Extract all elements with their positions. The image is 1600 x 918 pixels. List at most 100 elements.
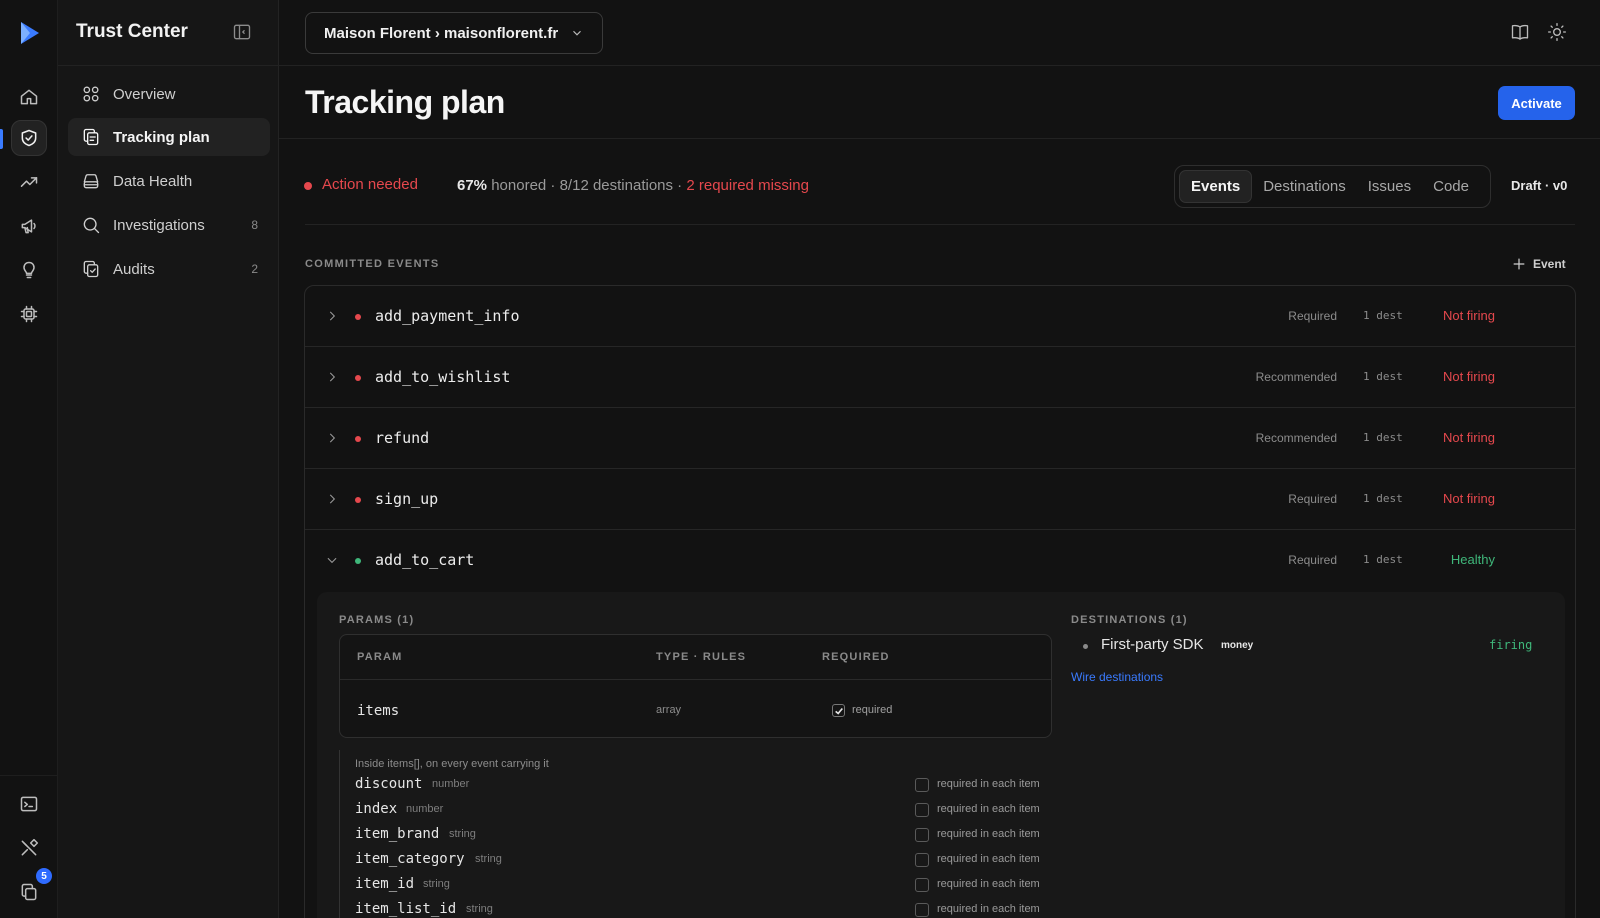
committed-events-label: COMMITTED EVENTS bbox=[305, 258, 440, 270]
destinations-count: 8/12 destinations bbox=[559, 177, 674, 194]
sidebar-header: Trust Center bbox=[58, 0, 279, 66]
item-field-type: string bbox=[423, 878, 450, 890]
grid-icon bbox=[83, 86, 99, 102]
event-detail-panel: PARAMS (1) PARAM TYPE · RULES REQUIRED i… bbox=[317, 592, 1565, 918]
event-dest-count: 1 dest bbox=[1363, 370, 1403, 383]
audit-icon bbox=[83, 260, 99, 278]
param-column-header: PARAM bbox=[357, 651, 403, 663]
event-status-dot bbox=[355, 314, 361, 320]
items-caption: Inside items[], on every event carrying … bbox=[355, 758, 549, 770]
app-logo[interactable] bbox=[18, 20, 42, 46]
search-icon bbox=[83, 217, 100, 234]
megaphone-icon[interactable] bbox=[11, 208, 47, 244]
chevron-right-icon[interactable] bbox=[325, 309, 339, 323]
event-name: add_to_wishlist bbox=[375, 368, 511, 386]
sidebar-item-label: Overview bbox=[113, 85, 176, 103]
event-row[interactable]: add_payment_info Required 1 dest Not fir… bbox=[305, 286, 1575, 347]
event-name: sign_up bbox=[375, 490, 439, 508]
sidebar-item-overview[interactable]: Overview bbox=[68, 75, 270, 113]
sidebar-item-label: Audits bbox=[113, 260, 155, 278]
sidebar-item-audits[interactable]: Audits 2 bbox=[68, 250, 270, 288]
events-list: add_payment_info Required 1 dest Not fir… bbox=[304, 285, 1576, 918]
event-row[interactable]: add_to_wishlist Recommended 1 dest Not f… bbox=[305, 347, 1575, 408]
workspace-select[interactable]: Maison Florent › maisonflorent.fr bbox=[305, 12, 603, 54]
items-subfields: Inside items[], on every event carrying … bbox=[339, 750, 1052, 918]
event-dest-count: 1 dest bbox=[1363, 431, 1403, 444]
event-status-dot bbox=[355, 436, 361, 442]
tools-icon[interactable] bbox=[11, 830, 47, 866]
terminal-icon[interactable] bbox=[11, 786, 47, 822]
item-required-label: required in each item bbox=[937, 878, 1040, 890]
event-state: Not firing bbox=[1442, 430, 1495, 445]
table-divider bbox=[340, 679, 1051, 680]
plus-icon bbox=[1513, 258, 1525, 270]
item-field-name: item_id bbox=[355, 876, 415, 892]
sidebar-item-data-health[interactable]: Data Health bbox=[68, 162, 270, 200]
event-state: Not firing bbox=[1442, 491, 1495, 506]
item-field-type: number bbox=[406, 803, 444, 815]
status-dot bbox=[304, 182, 312, 190]
item-required-label: required in each item bbox=[937, 803, 1040, 815]
item-field-row: discount number required in each item bbox=[355, 774, 1055, 798]
chip-icon[interactable] bbox=[11, 296, 47, 332]
item-required-checkbox[interactable] bbox=[915, 803, 929, 817]
event-priority: Recommended bbox=[1255, 431, 1337, 445]
chevron-right-icon[interactable] bbox=[325, 431, 339, 445]
activate-button[interactable]: Activate bbox=[1498, 86, 1575, 120]
item-required-checkbox[interactable] bbox=[915, 778, 929, 792]
item-field-row: item_id string required in each item bbox=[355, 874, 1055, 898]
params-label: PARAMS (1) bbox=[339, 614, 415, 626]
item-required-checkbox[interactable] bbox=[915, 903, 929, 917]
tab-events[interactable]: Events bbox=[1179, 170, 1253, 203]
status-label: Action needed bbox=[322, 176, 418, 193]
topbar: Maison Florent › maisonflorent.fr bbox=[279, 0, 1600, 66]
item-field-name: index bbox=[355, 801, 398, 817]
stats-separator: · bbox=[673, 177, 687, 194]
event-priority: Recommended bbox=[1255, 370, 1337, 384]
check-icon bbox=[834, 707, 843, 715]
event-row[interactable]: add_to_cart Required 1 dest Healthy bbox=[305, 530, 1575, 591]
home-icon[interactable] bbox=[11, 79, 47, 115]
required-label: required bbox=[852, 704, 893, 716]
tab-destinations[interactable]: Destinations bbox=[1252, 170, 1357, 203]
sidebar-item-investigations[interactable]: Investigations 8 bbox=[68, 206, 270, 244]
params-table: PARAM TYPE · RULES REQUIRED items array … bbox=[339, 634, 1052, 738]
destination-state: firing bbox=[1489, 638, 1533, 652]
sidebar-item-tracking-plan[interactable]: Tracking plan bbox=[68, 118, 270, 156]
missing-count: 2 required missing bbox=[686, 177, 809, 194]
chevron-right-icon[interactable] bbox=[325, 370, 339, 384]
chevron-right-icon[interactable] bbox=[325, 492, 339, 506]
tab-code[interactable]: Code bbox=[1422, 170, 1480, 203]
event-name: add_payment_info bbox=[375, 307, 520, 325]
trending-icon[interactable] bbox=[11, 164, 47, 200]
item-required-checkbox[interactable] bbox=[915, 853, 929, 867]
destinations-label: DESTINATIONS (1) bbox=[1071, 614, 1188, 626]
item-required-checkbox[interactable] bbox=[915, 828, 929, 842]
book-icon[interactable] bbox=[1510, 22, 1532, 44]
sidebar-collapse-icon[interactable] bbox=[232, 22, 254, 44]
chevron-down-icon[interactable] bbox=[325, 553, 339, 567]
event-row[interactable]: refund Recommended 1 dest Not firing bbox=[305, 408, 1575, 469]
honored-suffix: honored bbox=[487, 177, 547, 194]
wire-destinations-link[interactable]: Wire destinations bbox=[1071, 670, 1163, 684]
page-title: Tracking plan bbox=[305, 84, 505, 120]
lightbulb-icon[interactable] bbox=[11, 252, 47, 288]
status-divider bbox=[305, 224, 1575, 225]
sun-icon[interactable] bbox=[1547, 22, 1569, 44]
event-status-dot bbox=[355, 558, 361, 564]
required-checkbox[interactable] bbox=[832, 704, 845, 717]
audits-count: 2 bbox=[251, 262, 258, 276]
rail-active-indicator bbox=[0, 129, 3, 149]
app-rail: 5 bbox=[0, 0, 58, 918]
tab-issues[interactable]: Issues bbox=[1357, 170, 1422, 203]
event-priority: Required bbox=[1288, 492, 1337, 506]
event-state: Healthy bbox=[1450, 552, 1495, 567]
stats-separator: · bbox=[546, 177, 560, 194]
item-field-row: index number required in each item bbox=[355, 799, 1055, 823]
view-tabs: Events Destinations Issues Code bbox=[1174, 165, 1491, 208]
event-dest-count: 1 dest bbox=[1363, 492, 1403, 505]
item-required-checkbox[interactable] bbox=[915, 878, 929, 892]
event-row[interactable]: sign_up Required 1 dest Not firing bbox=[305, 469, 1575, 530]
shield-icon[interactable] bbox=[11, 120, 47, 156]
add-event-button[interactable]: Event bbox=[1511, 256, 1566, 272]
